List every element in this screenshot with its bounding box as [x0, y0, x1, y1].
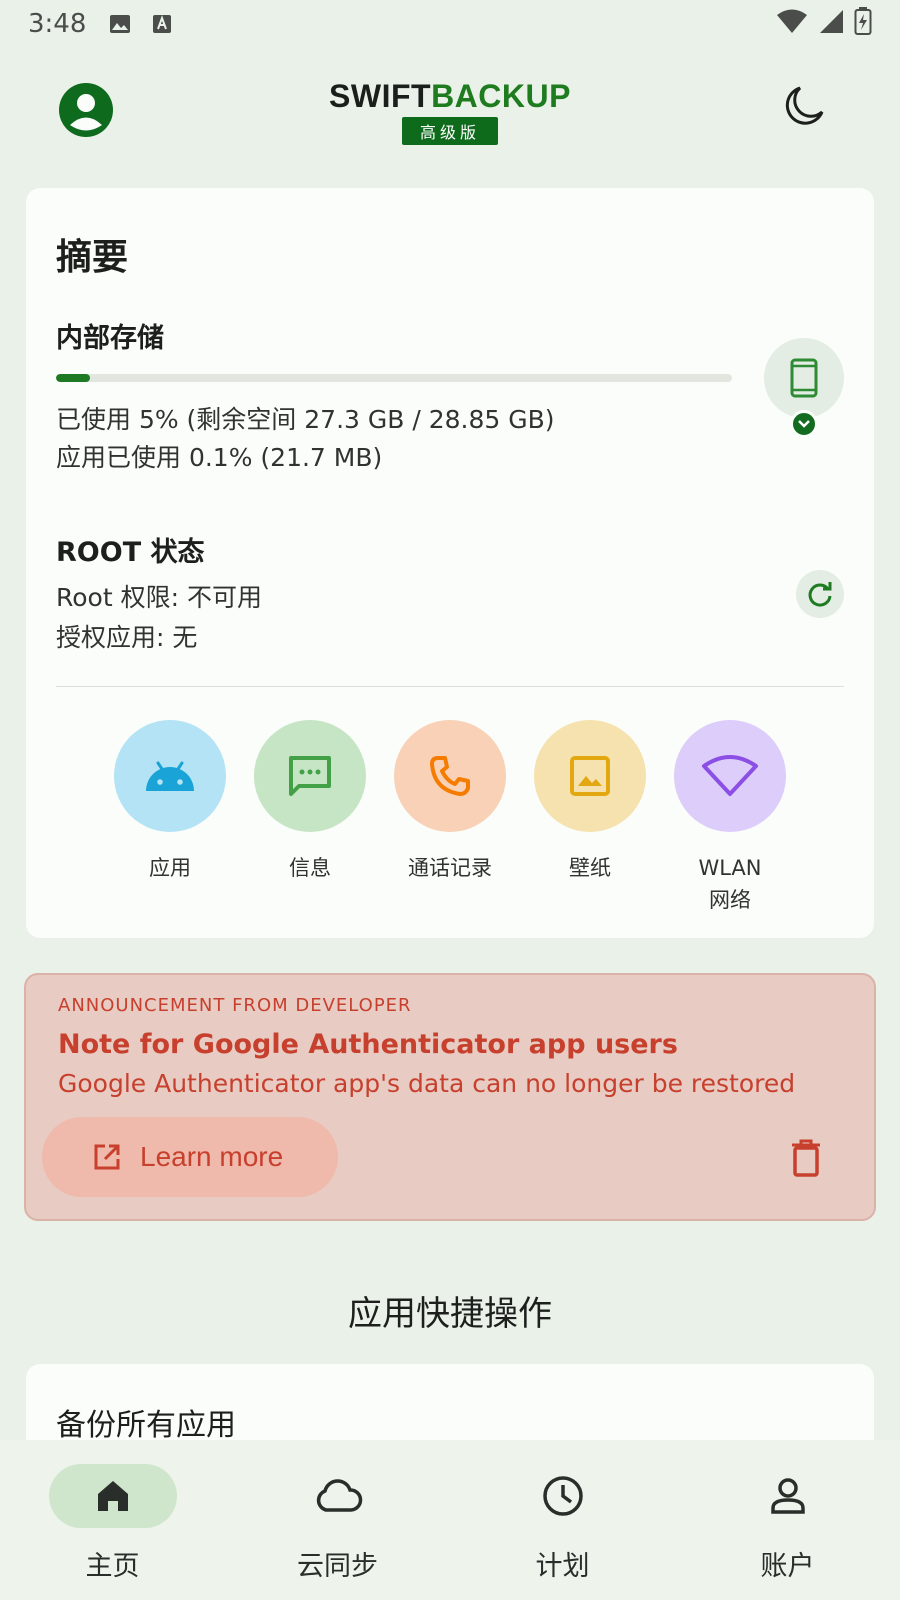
storage-device-button[interactable]	[764, 338, 844, 418]
font-notification-icon	[150, 12, 174, 36]
category-wallpaper-label: 壁纸	[569, 856, 611, 880]
nav-cloud-sync[interactable]: 云同步	[225, 1440, 450, 1600]
category-messages[interactable]: 信息	[254, 720, 366, 916]
cell-signal-icon	[818, 8, 844, 41]
dismiss-announcement-button[interactable]	[790, 1139, 826, 1179]
storage-title: 内部存储	[56, 323, 164, 354]
phone-device-icon	[790, 358, 818, 398]
category-wlan[interactable]: WLAN 网络	[674, 720, 786, 916]
gallery-notification-icon	[108, 12, 132, 36]
storage-progress-bar	[56, 374, 732, 382]
quick-actions-title: 应用快捷操作	[348, 1294, 552, 1334]
cloud-icon	[316, 1479, 362, 1512]
account-icon	[770, 1478, 805, 1514]
developer-announcement: ANNOUNCEMENT FROM DEVELOPER Note for Goo…	[24, 973, 876, 1221]
refresh-icon	[808, 582, 832, 607]
status-time: 3:48	[28, 9, 87, 39]
app-storage-used-text: 应用已使用 0.1% (21.7 MB)	[56, 443, 383, 472]
refresh-root-button[interactable]	[796, 570, 844, 618]
category-apps[interactable]: 应用	[114, 720, 226, 916]
backup-categories: 应用 信息 通话记录 壁纸 WLAN 网络	[114, 720, 786, 916]
category-messages-label: 信息	[289, 856, 331, 880]
storage-used-text: 已使用 5% (剩余空间 27.3 GB / 28.85 GB)	[56, 405, 555, 434]
storage-progress-fill	[56, 374, 90, 382]
nav-account[interactable]: 账户	[675, 1440, 900, 1600]
announcement-body: Google Authenticator app's data can no l…	[58, 1069, 796, 1098]
premium-badge: 高级版	[401, 117, 498, 145]
backup-all-apps-action[interactable]: 备份所有应用	[56, 1400, 236, 1444]
nav-schedule[interactable]: 计划	[450, 1440, 675, 1600]
moon-icon	[785, 86, 824, 125]
android-icon	[146, 761, 194, 791]
divider	[56, 686, 844, 687]
image-icon	[570, 756, 610, 796]
theme-toggle-button[interactable]	[782, 84, 828, 130]
wifi-signal-icon	[776, 8, 808, 41]
root-permission-text: Root 权限: 不可用	[56, 583, 262, 612]
category-wlan-circle	[674, 720, 786, 832]
summary-title: 摘要	[56, 237, 129, 278]
battery-icon	[854, 6, 872, 42]
wifi-icon	[702, 755, 758, 796]
nav-schedule-label: 计划	[535, 1551, 590, 1582]
announcement-eyebrow: ANNOUNCEMENT FROM DEVELOPER	[58, 995, 412, 1016]
chevron-down-icon	[798, 420, 810, 428]
category-wallpaper-circle	[534, 720, 646, 832]
nav-cloud-sync-label: 云同步	[297, 1551, 378, 1582]
status-bar: 3:48	[0, 0, 900, 48]
nav-home[interactable]: 主页	[0, 1440, 225, 1600]
category-messages-circle	[254, 720, 366, 832]
nav-home-label: 主页	[85, 1551, 140, 1582]
open-external-icon	[94, 1144, 120, 1170]
root-status-title: ROOT 状态	[56, 537, 205, 568]
category-call-logs[interactable]: 通话记录	[394, 720, 506, 916]
app-header: SWIFTBACKUP 高级版	[0, 60, 900, 180]
learn-more-label: Learn more	[140, 1141, 284, 1172]
app-logo: SWIFTBACKUP 高级版	[0, 78, 900, 145]
category-wallpaper[interactable]: 壁纸	[534, 720, 646, 916]
nav-account-label: 账户	[760, 1551, 815, 1582]
message-icon	[289, 756, 331, 796]
announcement-title: Note for Google Authenticator app users	[58, 1029, 678, 1060]
phone-icon	[430, 756, 470, 796]
clock-icon	[542, 1476, 583, 1516]
authorized-apps-text: 授权应用: 无	[56, 623, 198, 652]
storage-dropdown-toggle[interactable]	[790, 410, 818, 438]
category-call-logs-circle	[394, 720, 506, 832]
home-icon	[97, 1481, 128, 1511]
nav-home-indicator	[48, 1464, 177, 1528]
bottom-navigation: 主页 云同步 计划 账户	[0, 1440, 900, 1600]
category-apps-label: 应用	[149, 856, 191, 880]
learn-more-button[interactable]: Learn more	[42, 1117, 338, 1197]
summary-card: 摘要 内部存储 已使用 5% (剩余空间 27.3 GB / 28.85 GB)…	[26, 188, 874, 938]
category-call-logs-label: 通话记录	[408, 856, 492, 880]
category-apps-circle	[114, 720, 226, 832]
trash-icon	[792, 1139, 820, 1177]
category-wlan-label: WLAN 网络	[698, 856, 762, 912]
